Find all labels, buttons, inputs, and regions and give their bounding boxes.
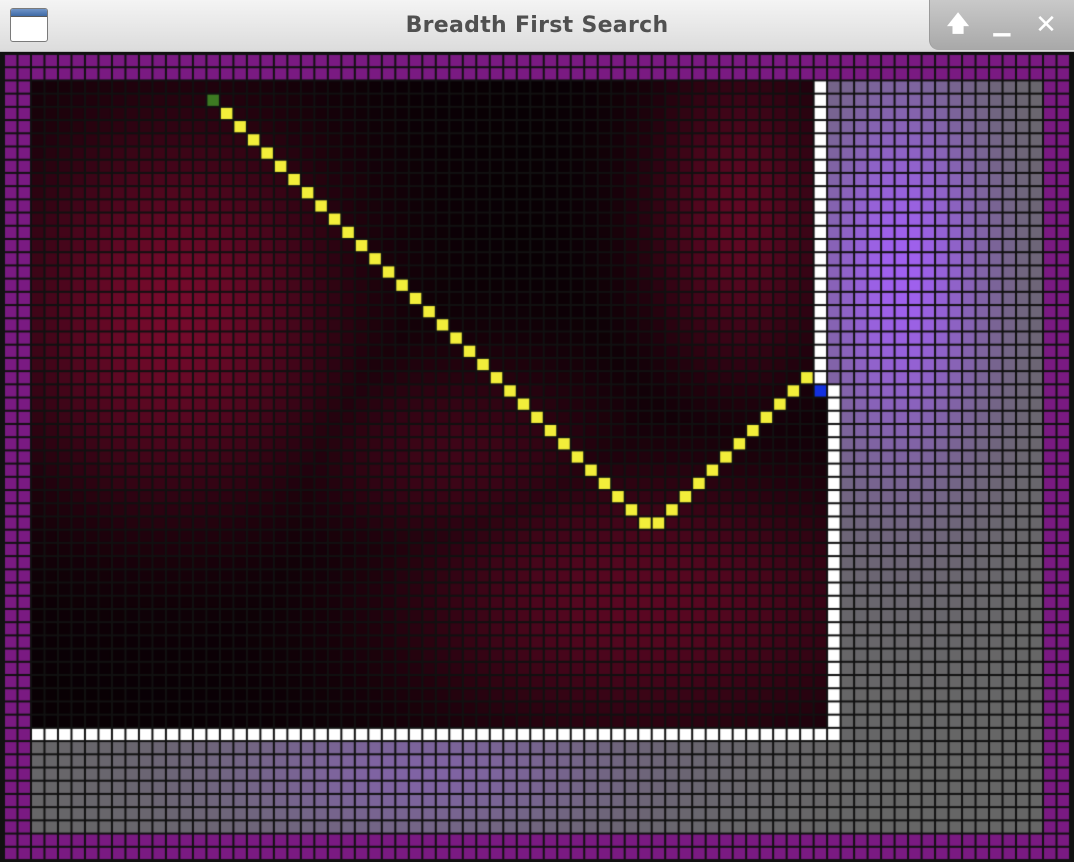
minimize-icon: ▁ <box>993 12 1011 37</box>
window-controls: 🡅 ▁ ✕ <box>929 0 1074 50</box>
close-icon: ✕ <box>1035 10 1057 40</box>
minimize-button[interactable]: ▁ <box>986 9 1018 41</box>
maximize-button[interactable]: 🡅 <box>942 9 974 41</box>
app-window: Breadth First Search 🡅 ▁ ✕ <box>0 0 1074 862</box>
search-grid[interactable] <box>0 52 1074 862</box>
title-bar[interactable]: Breadth First Search 🡅 ▁ ✕ <box>0 0 1074 52</box>
grid-area[interactable] <box>0 52 1074 862</box>
close-button[interactable]: ✕ <box>1030 9 1062 41</box>
window-title: Breadth First Search <box>405 13 669 38</box>
arrow-up-icon: 🡅 <box>946 12 970 37</box>
